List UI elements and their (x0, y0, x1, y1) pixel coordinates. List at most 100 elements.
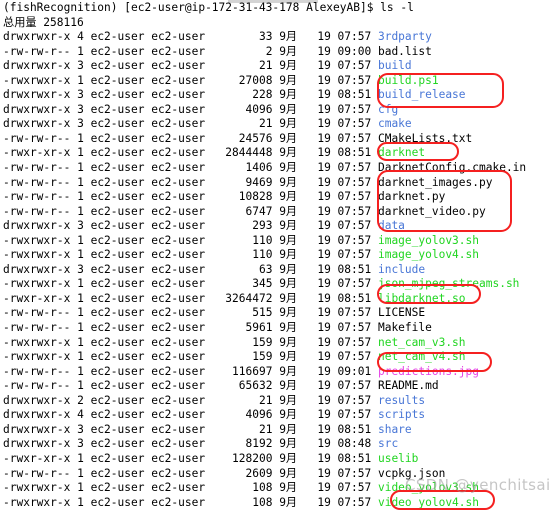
file-row: drwxrwxr-x 3 ec2-user ec2-user 63 9月 19 … (0, 263, 555, 278)
file-name[interactable]: json_mjpeg_streams.sh (378, 277, 519, 290)
file-name[interactable]: cmake (378, 117, 412, 130)
file-name[interactable]: Makefile (378, 321, 432, 334)
owner: ec2-user (90, 175, 152, 189)
time: 07:57 (337, 466, 378, 480)
links: 1 (77, 350, 91, 364)
size: 4096 (211, 408, 280, 422)
file-row: drwxrwxr-x 3 ec2-user ec2-user 21 9月 19 … (0, 423, 555, 438)
time: 07:57 (337, 204, 378, 218)
month: 9月 (279, 451, 298, 465)
links: 1 (77, 379, 91, 393)
links: 1 (77, 131, 91, 145)
file-row: -rwxrwxr-x 1 ec2-user ec2-user 108 9月 19… (0, 481, 555, 496)
file-row: drwxrwxr-x 3 ec2-user ec2-user 21 9月 19 … (0, 59, 555, 74)
month: 9月 (279, 233, 298, 247)
file-name[interactable]: results (378, 394, 425, 407)
group: ec2-user (151, 233, 212, 247)
owner: ec2-user (90, 146, 152, 160)
file-name[interactable]: src (378, 437, 398, 450)
size: 128200 (211, 451, 280, 465)
time: 08:51 (337, 291, 378, 305)
file-name[interactable]: vcpkg.json (378, 467, 445, 480)
file-name[interactable]: cfg (378, 103, 398, 116)
file-name[interactable]: darknet_video.py (378, 205, 486, 218)
month: 9月 (279, 364, 298, 378)
file-row: drwxrwxr-x 3 ec2-user ec2-user 293 9月 19… (0, 219, 555, 234)
time: 09:01 (337, 364, 378, 378)
file-name[interactable]: net_cam_v4.sh (378, 350, 466, 363)
month: 9月 (279, 131, 298, 145)
day: 19 (297, 102, 338, 116)
group: ec2-user (151, 350, 212, 364)
day: 19 (297, 248, 338, 262)
group: ec2-user (151, 437, 212, 451)
file-row: -rw-rw-r-- 1 ec2-user ec2-user 116697 9月… (0, 365, 555, 380)
size: 5961 (211, 321, 280, 335)
group: ec2-user (151, 88, 212, 102)
file-name[interactable]: data (378, 219, 405, 232)
time: 07:57 (337, 117, 378, 131)
file-name[interactable]: darknet_images.py (378, 176, 493, 189)
file-row: -rwxrwxr-x 1 ec2-user ec2-user 27008 9月 … (0, 74, 555, 89)
file-row: -rwxrwxr-x 1 ec2-user ec2-user 345 9月 19… (0, 277, 555, 292)
file-name[interactable]: build.ps1 (378, 74, 439, 87)
time: 07:57 (337, 73, 378, 87)
terminal-window[interactable]: (fishRecognition) [ec2-user@ip-172-31-43… (0, 0, 555, 511)
file-name[interactable]: LICENSE (378, 306, 425, 319)
month: 9月 (279, 350, 298, 364)
file-row: -rw-rw-r-- 1 ec2-user ec2-user 515 9月 19… (0, 306, 555, 321)
file-name[interactable]: video_yolov4.sh (378, 496, 479, 509)
file-name[interactable]: darknet (378, 146, 425, 159)
file-name[interactable]: libdarknet.so (378, 292, 466, 305)
links: 3 (77, 59, 91, 73)
file-row: drwxrwxr-x 3 ec2-user ec2-user 228 9月 19… (0, 88, 555, 103)
time: 07:57 (337, 335, 378, 349)
size: 2844448 (211, 146, 280, 160)
file-name[interactable]: scripts (378, 408, 425, 421)
time: 07:57 (337, 379, 378, 393)
time: 07:57 (337, 481, 378, 495)
day: 19 (297, 422, 338, 436)
file-row: -rwxr-xr-x 1 ec2-user ec2-user 128200 9月… (0, 452, 555, 467)
file-name[interactable]: 3rdparty (378, 30, 432, 43)
file-name[interactable]: build_release (378, 88, 466, 101)
file-row: -rw-rw-r-- 1 ec2-user ec2-user 1406 9月 1… (0, 161, 555, 176)
group: ec2-user (151, 262, 212, 276)
links: 1 (77, 495, 91, 509)
file-row: drwxrwxr-x 4 ec2-user ec2-user 4096 9月 1… (0, 408, 555, 423)
file-name[interactable]: net_cam_v3.sh (378, 336, 466, 349)
links: 3 (77, 117, 91, 131)
file-name[interactable]: share (378, 423, 412, 436)
day: 19 (297, 30, 338, 44)
group: ec2-user (151, 495, 212, 509)
file-row: -rw-rw-r-- 1 ec2-user ec2-user 9469 9月 1… (0, 176, 555, 191)
size: 3264472 (211, 291, 280, 305)
size: 515 (211, 306, 280, 320)
file-name[interactable]: build (378, 59, 412, 72)
size: 2609 (211, 466, 280, 480)
file-row: -rwxrwxr-x 1 ec2-user ec2-user 110 9月 19… (0, 234, 555, 249)
perm: -rw-rw-r-- (3, 306, 78, 320)
group: ec2-user (151, 291, 212, 305)
month: 9月 (279, 291, 298, 305)
file-name[interactable]: include (378, 263, 425, 276)
file-name[interactable]: image_yolov4.sh (378, 248, 479, 261)
file-name[interactable]: darknet.py (378, 190, 445, 203)
file-name[interactable]: README.md (378, 379, 439, 392)
file-row: drwxrwxr-x 2 ec2-user ec2-user 21 9月 19 … (0, 394, 555, 409)
owner: ec2-user (90, 117, 152, 131)
size: 1406 (211, 161, 280, 175)
links: 1 (77, 291, 91, 305)
perm: -rwxr-xr-x (3, 146, 78, 160)
time: 07:57 (337, 59, 378, 73)
file-name[interactable]: uselib (378, 452, 418, 465)
group: ec2-user (151, 44, 212, 58)
file-name[interactable]: predictions.jpg (378, 365, 479, 378)
month: 9月 (279, 495, 298, 509)
file-name[interactable]: image_yolov3.sh (378, 234, 479, 247)
file-name[interactable]: video_yolov3.sh (378, 481, 479, 494)
owner: ec2-user (90, 102, 152, 116)
file-name[interactable]: CMakeLists.txt (378, 132, 472, 145)
file-name[interactable]: bad.list (378, 45, 432, 58)
file-name[interactable]: DarknetConfig.cmake.in (378, 161, 526, 174)
